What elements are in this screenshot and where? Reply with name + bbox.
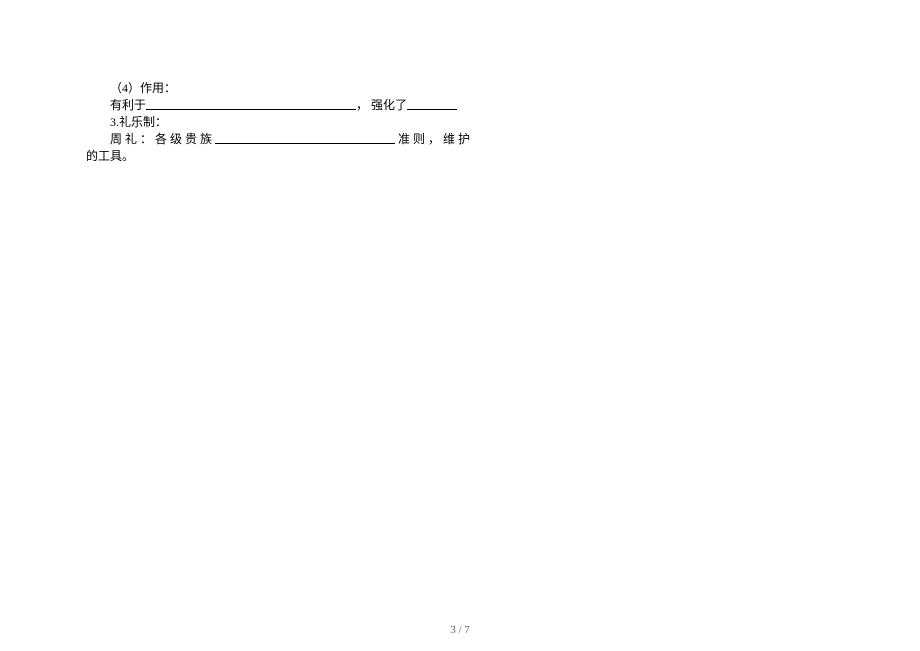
text-line-2: 有利于 ， 强化了 bbox=[110, 97, 820, 113]
page-number: 3 / 7 bbox=[0, 624, 920, 636]
text-prefix: 周 礼 ： 各 级 贵 族 bbox=[110, 132, 215, 146]
text-line-1: （4）作用： bbox=[110, 80, 820, 96]
text-line-5: 的工具。 bbox=[110, 148, 820, 164]
text-content: 3.礼乐制： bbox=[110, 115, 167, 129]
text-content: （4）作用： bbox=[110, 81, 176, 95]
fill-blank bbox=[146, 98, 356, 110]
fill-blank bbox=[407, 98, 457, 110]
text-suffix: 准 则 ， 维 护 bbox=[395, 132, 470, 146]
fill-blank bbox=[215, 132, 395, 144]
page-number-text: 3 / 7 bbox=[450, 624, 470, 636]
text-prefix: 有利于 bbox=[110, 98, 146, 112]
text-line-4: 周 礼 ： 各 级 贵 族 准 则 ， 维 护 bbox=[110, 131, 820, 147]
text-content: 的工具。 bbox=[86, 148, 134, 164]
text-line-3: 3.礼乐制： bbox=[110, 114, 820, 130]
document-page: （4）作用： 有利于 ， 强化了 3.礼乐制： 周 礼 ： 各 级 贵 族 准 则… bbox=[0, 0, 920, 205]
text-mid: ， 强化了 bbox=[356, 98, 407, 112]
